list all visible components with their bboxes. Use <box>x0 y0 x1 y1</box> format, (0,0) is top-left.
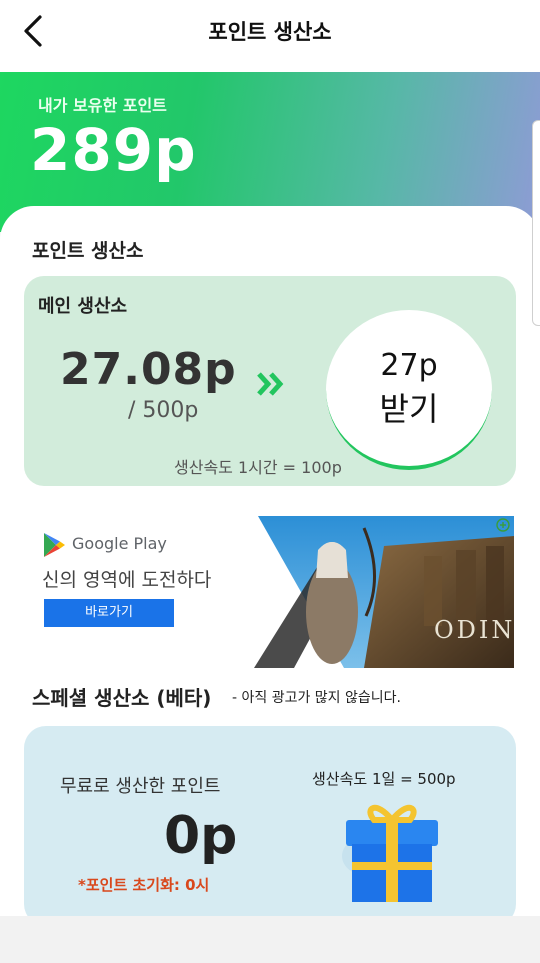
current-points: 27.08p <box>60 344 237 395</box>
svg-text:ODIN: ODIN <box>434 616 514 644</box>
production-speed: 생산속도 1시간 = 100p <box>174 458 342 477</box>
free-points-amount: 0p <box>164 806 238 866</box>
ad-headline: 신의 영역에 도전하다 <box>42 569 212 591</box>
special-producer-card: 무료로 생산한 포인트 0p *포인트 초기화: 0시 생산속도 1일 = 50… <box>24 726 516 926</box>
ad-game-artwork: ODIN <box>234 516 514 668</box>
reset-time-notice: *포인트 초기화: 0시 <box>78 876 210 894</box>
bottom-band <box>0 916 540 963</box>
side-scroll-tab[interactable] <box>532 120 540 326</box>
gift-box-icon[interactable] <box>324 796 464 906</box>
wallet-amount: 289p <box>30 116 197 184</box>
special-section-title: 스페셜 생산소 (베타) <box>32 686 212 710</box>
capacity-points: / 500p <box>128 398 199 423</box>
free-points-label: 무료로 생산한 포인트 <box>60 776 221 797</box>
odin-logo: ODIN <box>434 616 514 644</box>
main-producer-card: 메인 생산소 27.08p / 500p 27p 받기 생산속도 1시간 = 1… <box>24 276 516 486</box>
producer-section-title: 포인트 생산소 <box>32 240 144 262</box>
claim-label: 받기 <box>379 390 439 428</box>
content-panel: 포인트 생산소 메인 생산소 27.08p / 500p 27p 받기 생산속도… <box>0 206 540 926</box>
top-bar: 포인트 생산소 <box>0 0 540 72</box>
claim-amount: 27p <box>380 348 438 383</box>
ad-cta-button[interactable]: 바로가기 <box>44 599 174 627</box>
page-title: 포인트 생산소 <box>208 20 332 44</box>
wallet-label: 내가 보유한 포인트 <box>38 96 167 115</box>
ad-banner[interactable]: Google Play 신의 영역에 도전하다 바로가기 ODIN <box>24 516 514 668</box>
main-producer-title: 메인 생산소 <box>38 296 128 317</box>
special-production-speed: 생산속도 1일 = 500p <box>312 770 456 788</box>
special-section-note: - 아직 광고가 많지 않습니다. <box>232 690 401 706</box>
claim-points-button[interactable]: 27p 받기 <box>326 310 492 470</box>
google-play-icon <box>44 533 65 557</box>
ad-info-icon[interactable] <box>496 518 510 532</box>
screen: 포인트 생산소 내가 보유한 포인트 289p 포인트 생산소 메인 생산소 2… <box>0 0 540 963</box>
ad-brand: Google Play <box>72 534 167 553</box>
double-chevron-right-icon <box>257 372 284 396</box>
